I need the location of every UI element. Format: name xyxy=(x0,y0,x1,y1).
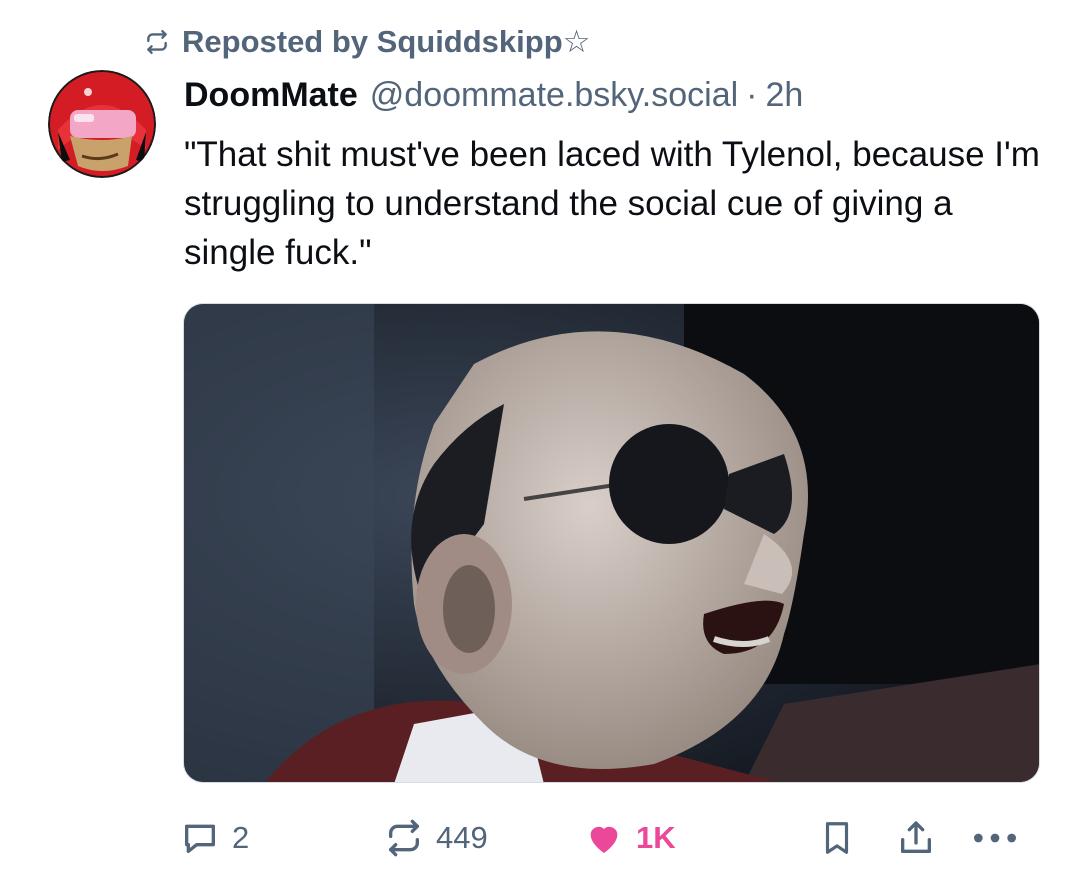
bookmark-button[interactable] xyxy=(818,810,856,866)
share-button[interactable] xyxy=(896,810,936,866)
avatar-image xyxy=(48,70,156,178)
photo-man-sunglasses xyxy=(184,304,1039,782)
avatar[interactable] xyxy=(48,70,156,178)
post-text: "That shit must've been laced with Tylen… xyxy=(184,135,1040,272)
author-display-name[interactable]: DoomMate xyxy=(184,76,358,115)
repost-icon xyxy=(389,819,419,857)
author-handle[interactable]: @doommate.bsky.social xyxy=(370,76,738,115)
separator: · xyxy=(746,75,758,114)
like-button[interactable]: 1K xyxy=(584,810,676,866)
post-actions: 2 449 1K xyxy=(0,810,1079,866)
bookmark-icon xyxy=(825,822,849,854)
reply-icon xyxy=(185,824,215,853)
repost-label: Reposted by Squiddskipp☆ xyxy=(182,24,591,59)
repost-count: 449 xyxy=(436,820,488,855)
heart-icon xyxy=(590,826,618,853)
reply-count: 2 xyxy=(232,820,250,855)
more-button[interactable] xyxy=(970,810,1020,866)
post-timestamp[interactable]: 2h xyxy=(765,76,803,115)
share-icon xyxy=(901,821,931,853)
post-image[interactable] xyxy=(183,303,1040,783)
reply-button[interactable]: 2 xyxy=(180,810,249,866)
repost-icon xyxy=(147,29,167,55)
like-count: 1K xyxy=(636,820,676,855)
repost-indicator[interactable]: Reposted by Squiddskipp☆ xyxy=(144,22,590,62)
post-header: DoomMate @doommate.bsky.social · 2h xyxy=(184,72,803,118)
more-icon xyxy=(974,833,1016,843)
repost-button[interactable]: 449 xyxy=(384,810,488,866)
